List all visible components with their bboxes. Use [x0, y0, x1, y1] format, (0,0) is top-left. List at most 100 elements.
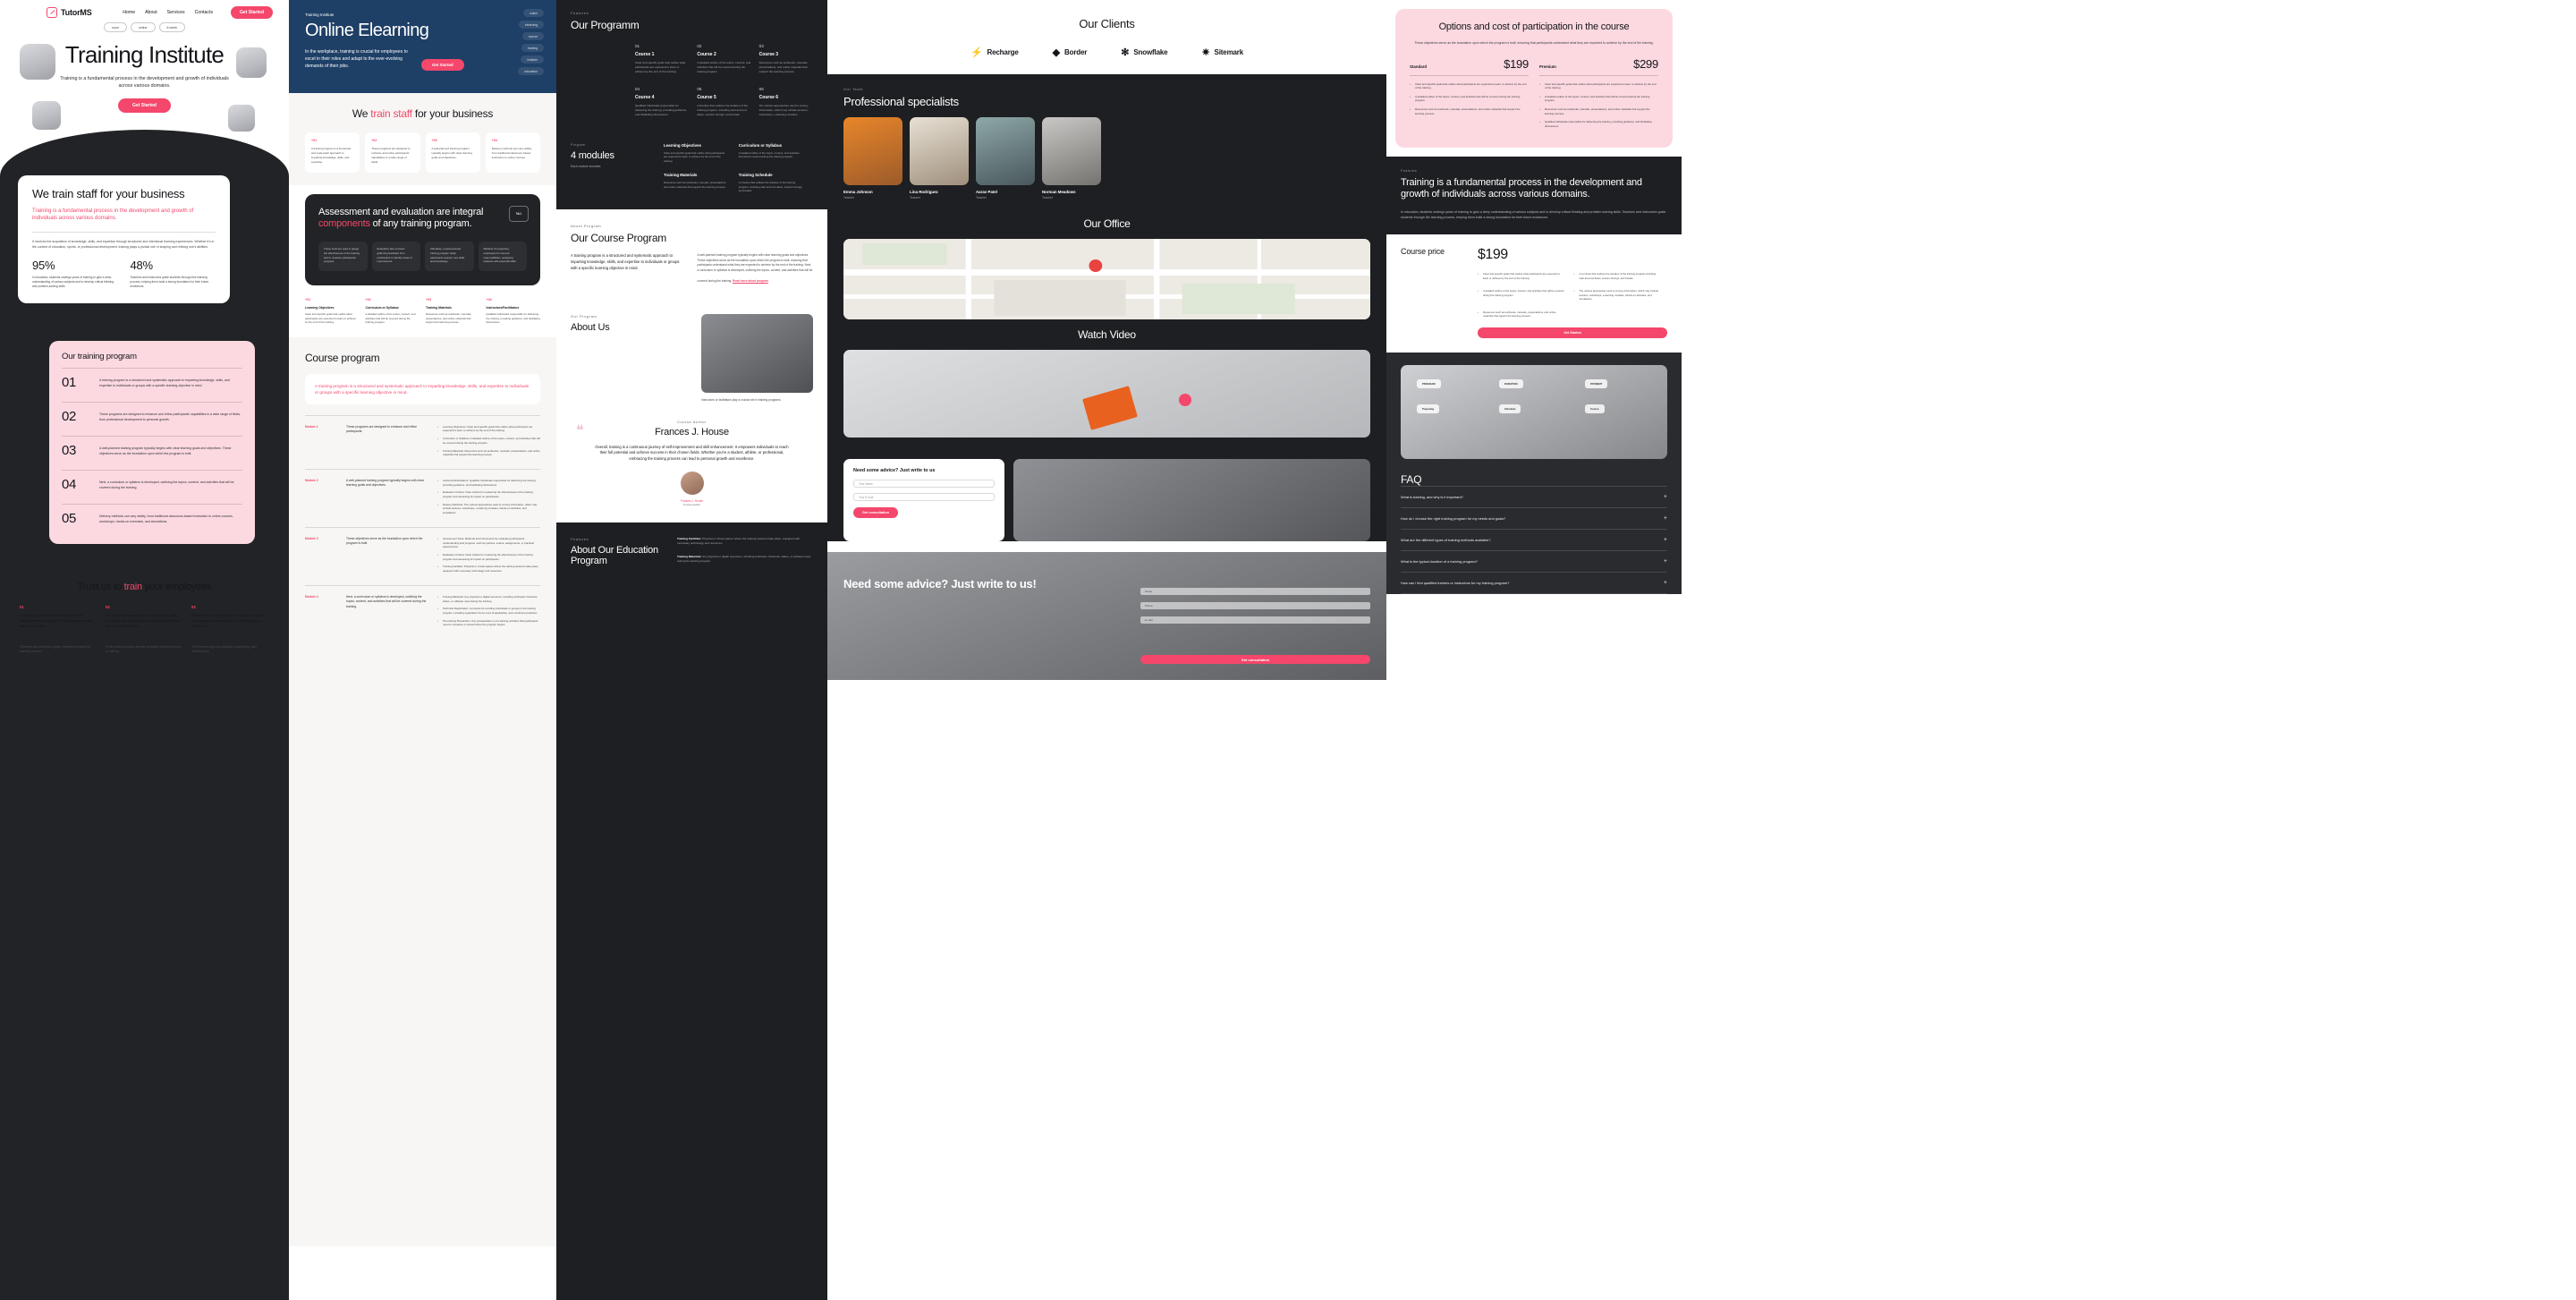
get-started-button[interactable]: Get Started [1478, 327, 1667, 338]
plan-feature: Qualified individuals responsible for de… [1539, 120, 1658, 128]
course-number: 03 [758, 44, 764, 48]
stat-item: 48% Teachers and instructors guide stude… [131, 259, 216, 289]
module-desc: Next, a curriculum or syllabus is develo… [346, 594, 427, 608]
assessment-card: Evaluation also involves gathering feedb… [371, 242, 420, 272]
hero-get-started-button[interactable]: Get Started [118, 98, 171, 114]
pricing-card: Options and cost of participation in the… [1395, 9, 1673, 148]
quad-item: +01 Learning Objectives Clear and specific… [305, 298, 360, 325]
plus-icon[interactable]: + [1664, 494, 1667, 500]
author-eyebrow: Course Author [677, 419, 707, 424]
office-title: Our Office [1083, 217, 1131, 230]
faq-item[interactable]: What is the typical duration of a traini… [1401, 549, 1667, 572]
office-photo [701, 314, 813, 394]
train-staff-card: We train staff for your business Trainin… [18, 175, 230, 303]
advice-banner: Need some advice? Just write to us! Name… [827, 552, 1386, 680]
course-program-intro: A training program is a structured and s… [305, 373, 540, 404]
get-started-button[interactable]: Get Started [421, 59, 464, 71]
tag-online: online [130, 22, 156, 32]
feature-card: +02 These programs are designed to enhanc… [365, 132, 420, 173]
section-eyebrow: About Program [571, 224, 602, 229]
brand-logo[interactable]: TutorMS [47, 7, 92, 18]
office-map[interactable] [843, 239, 1370, 319]
member-role: Teacher [910, 196, 921, 200]
avatar [32, 101, 61, 130]
faq-item[interactable]: What is training, and why is it importan… [1401, 485, 1667, 507]
video-title: Watch Video [1078, 328, 1136, 341]
play-icon[interactable] [1178, 394, 1191, 406]
quad-item: +03 Training Materials Resources such as t… [426, 298, 480, 325]
logo-border: ◆ Border [1052, 47, 1088, 58]
name-field[interactable]: Your Name [853, 480, 995, 489]
get-consultation-button[interactable]: Get consultation [853, 507, 898, 519]
program-row: 05 Delivery methods can vary widely, fro… [62, 504, 242, 531]
avatar [680, 471, 704, 495]
badge-number: №1 [509, 205, 529, 222]
nav-link-contacts[interactable]: Contacts [195, 10, 213, 15]
member-role: Teacher [843, 196, 855, 200]
plus-icon[interactable]: + [1664, 580, 1667, 586]
keyboard-photo: PROGRAM DURATION PAYMENT Preparing Sched… [1401, 364, 1667, 459]
hero-tags: soon online 6 week [0, 22, 289, 32]
plan-list: Standard $199 Clear and specific goals t… [1410, 57, 1658, 133]
quad-item: +04 Instructors/Facilitators Qualified ind… [487, 298, 541, 325]
module-bullets: Instructors/Facilitators: Qualified indi… [437, 479, 540, 519]
quad-text: Resources such as textbooks, manuals, pr… [426, 312, 472, 325]
read-more-link[interactable]: Read more about program [733, 279, 768, 284]
name-field[interactable]: Name [1140, 588, 1370, 595]
nav-link-services[interactable]: Services [167, 10, 185, 15]
course-program-title: Course program [305, 352, 380, 365]
member-name: Aarav Patel [976, 190, 997, 194]
faq-question: What are the different types of training… [1401, 537, 1491, 542]
column-landing-hero: TutorMS Home About Services Contacts Get… [0, 0, 289, 1300]
feature-number: +03 [431, 139, 437, 143]
get-consultation-button[interactable]: Get consultation [1140, 655, 1370, 664]
module-bullet: Training Materials: Resources such as te… [437, 449, 540, 457]
plan-feature: A detailed outline of the topics, conten… [1539, 95, 1658, 103]
faq-item[interactable]: How can I find qualified trainers or ins… [1401, 571, 1667, 594]
video-thumbnail[interactable] [843, 350, 1370, 438]
module-head: Training Materials [664, 172, 698, 177]
section-title: About Us [571, 322, 610, 334]
module-desc: A well-planned training program typicall… [346, 478, 424, 488]
email-field[interactable]: Your E-mail [853, 493, 995, 502]
module-bullet: Assessment Tools: Methods and instrument… [437, 537, 540, 549]
card-title: We train staff for your business [32, 187, 185, 200]
edu-paragraph-1: Training Facilities: Physical or virtual… [677, 536, 801, 545]
course-text: Clear and specific goals that outline wh… [635, 61, 686, 74]
program-number: 03 [62, 443, 77, 458]
nav-link-home[interactable]: Home [123, 10, 135, 15]
course-program-about: About Program Our Course Program A train… [556, 209, 827, 301]
assessment-card: Ultimately, a well-executed training pro… [425, 242, 474, 272]
phone-field[interactable]: Phone [1140, 602, 1370, 609]
column-program-about: Features Our Programm 01 Course 1 Clear an… [556, 0, 827, 1300]
nav-link-about[interactable]: About [145, 10, 157, 15]
faq-item[interactable]: How do I choose the right training progr… [1401, 506, 1667, 529]
get-started-button[interactable]: Get Started [231, 6, 273, 19]
course-text: A timeline that outlines the duration of… [697, 104, 749, 117]
email-field[interactable]: E-mail [1140, 616, 1370, 624]
course-name: Course 3 [758, 52, 779, 57]
clients-title: Our Clients [1079, 16, 1135, 30]
course-name: Course 5 [697, 95, 716, 101]
divider [32, 231, 216, 233]
plus-icon[interactable]: + [1664, 515, 1667, 522]
faq-item[interactable]: What are the different types of training… [1401, 528, 1667, 550]
design-showcase-board: TutorMS Home About Services Contacts Get… [0, 0, 2576, 1300]
module-row: Module 2 A well-planned training program… [305, 468, 540, 527]
plus-icon[interactable]: + [1664, 558, 1667, 565]
module-bullet: Curriculum or Syllabus: A detailed outli… [437, 437, 540, 445]
modules-sub: Each module includes: [571, 164, 602, 168]
plus-icon[interactable]: + [1664, 537, 1667, 543]
program-number: 02 [62, 409, 77, 424]
course-number: 01 [635, 44, 640, 48]
section-title: Our Course Program [571, 232, 667, 245]
member-role: Teacher [1042, 196, 1054, 200]
course-number: 06 [758, 87, 764, 92]
contact-form: Need some advice? Just write to us Your … [843, 459, 1004, 541]
chip-payment: PAYMENT [1585, 378, 1608, 388]
map-graphic [843, 239, 1370, 319]
chip-schedule: Schedule [1499, 404, 1521, 413]
faq-question: What is the typical duration of a traini… [1401, 558, 1478, 564]
card-body: It involves the acquisition of knowledge… [32, 239, 215, 249]
course-author-section: ❝ Course Author Frances J. House Overall… [556, 415, 827, 523]
